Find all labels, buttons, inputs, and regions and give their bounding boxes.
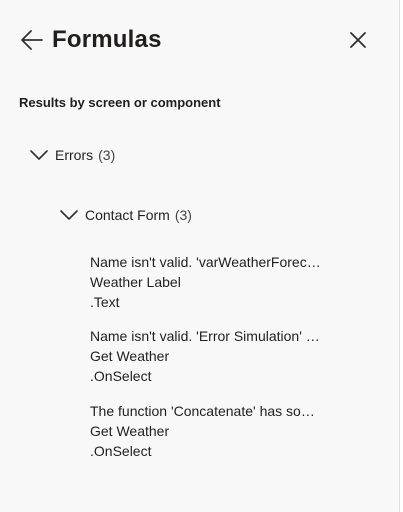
contact-form-group-toggle[interactable]: Contact Form (3) xyxy=(59,207,192,223)
panel-title: Formulas xyxy=(52,26,162,53)
arrow-left-icon xyxy=(21,30,43,50)
error-property: .OnSelect xyxy=(90,443,152,459)
error-result-item[interactable]: Name isn't valid. 'varWeatherForec… Weat… xyxy=(90,252,342,312)
chevron-down-icon xyxy=(30,150,48,160)
panel-header: Formulas xyxy=(0,20,400,60)
chevron-down-icon xyxy=(60,210,78,220)
error-control: Weather Label xyxy=(90,274,181,290)
contact-form-group-count: (3) xyxy=(174,207,192,223)
errors-group-count: (3) xyxy=(98,147,116,163)
errors-group-toggle[interactable]: Errors (3) xyxy=(29,147,115,163)
error-message: Name isn't valid. 'varWeatherForec… xyxy=(90,254,321,270)
error-property: .OnSelect xyxy=(90,368,152,384)
close-button[interactable] xyxy=(346,28,370,52)
error-property: .Text xyxy=(90,294,120,310)
section-label: Results by screen or component xyxy=(19,95,221,110)
error-control: Get Weather xyxy=(90,348,170,364)
close-icon xyxy=(350,32,366,48)
error-message: Name isn't valid. 'Error Simulation' … xyxy=(90,328,320,344)
contact-form-group-label: Contact Form xyxy=(85,207,170,223)
errors-group-label: Errors xyxy=(55,147,94,163)
error-message: The function 'Concatenate' has so… xyxy=(90,403,315,419)
formulas-panel: Formulas Results by screen or component … xyxy=(0,0,400,512)
error-control: Get Weather xyxy=(90,423,170,439)
error-result-item[interactable]: The function 'Concatenate' has so… Get W… xyxy=(90,401,342,461)
back-button[interactable] xyxy=(18,26,46,54)
error-result-item[interactable]: Name isn't valid. 'Error Simulation' … G… xyxy=(90,326,342,386)
